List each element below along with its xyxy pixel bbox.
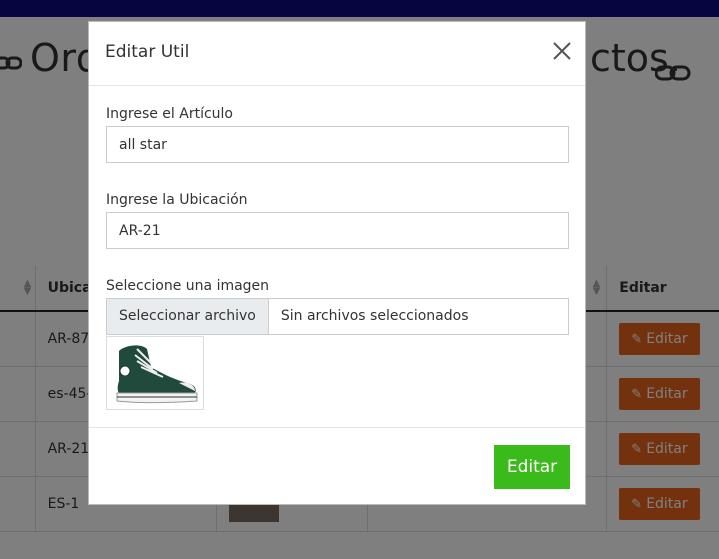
sneaker-image [116, 345, 198, 403]
imagen-label: Seleccione una imagen [106, 278, 270, 294]
submit-edit-button[interactable]: Editar [494, 445, 570, 489]
image-preview [106, 336, 204, 410]
close-icon[interactable] [551, 40, 573, 62]
choose-file-button[interactable]: Seleccionar archivo [107, 299, 269, 334]
articulo-input[interactable] [106, 126, 569, 163]
modal-divider [89, 427, 585, 428]
ubicacion-label: Ingrese la Ubicación [106, 192, 248, 208]
file-input[interactable]: Seleccionar archivo Sin archivos selecci… [106, 298, 569, 335]
edit-modal: Editar Util Ingrese el Artículo Ingrese … [88, 21, 586, 505]
articulo-label: Ingrese el Artículo [106, 106, 233, 122]
ubicacion-input[interactable] [106, 212, 569, 249]
file-status: Sin archivos seleccionados [280, 308, 469, 324]
modal-header: Editar Util [89, 22, 585, 86]
modal-title: Editar Util [105, 42, 190, 62]
